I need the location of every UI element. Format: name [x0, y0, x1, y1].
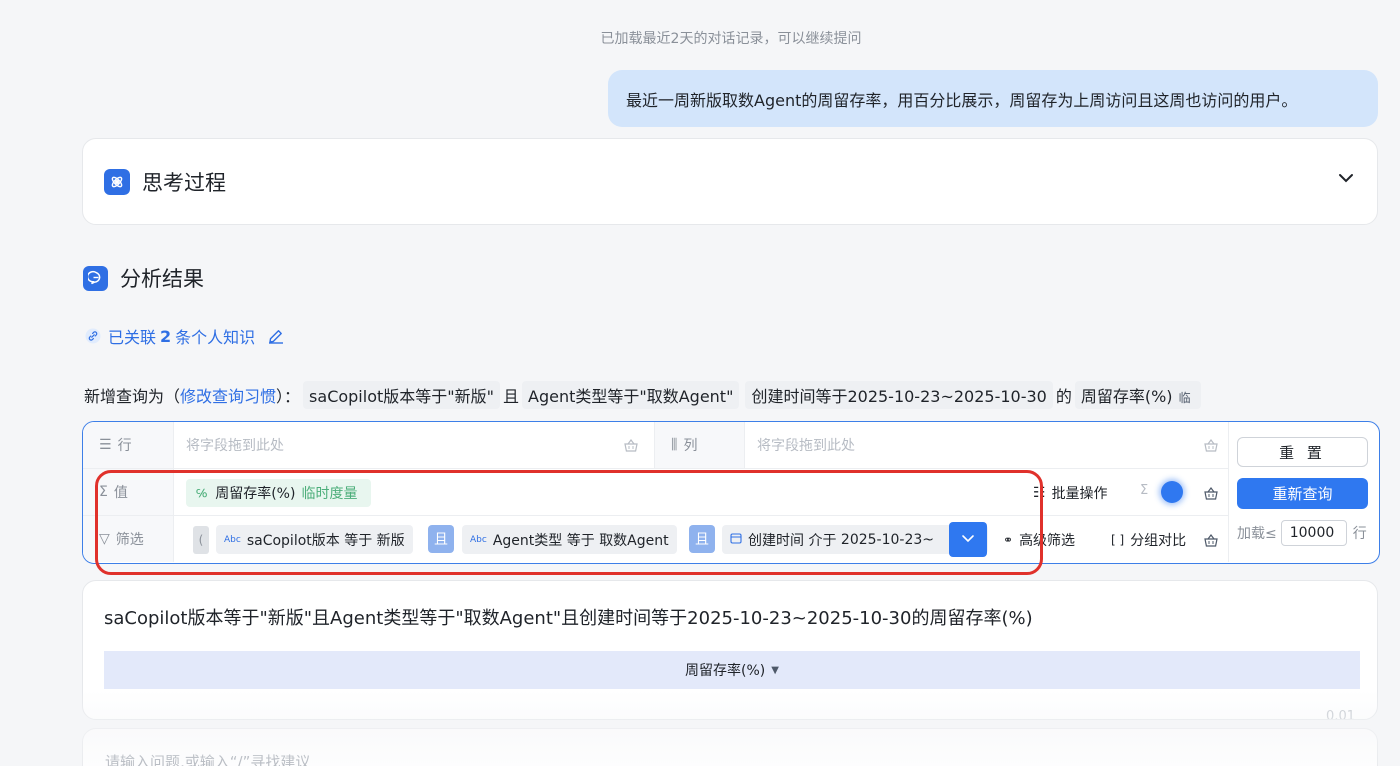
load-limit-input[interactable]: 10000 [1280, 520, 1347, 546]
query-chip-created-time: 创建时间等于2025-10-23~2025-10-30 [745, 381, 1053, 409]
sigma-add-icon[interactable]: Σ [1140, 483, 1148, 498]
basket-icon[interactable] [622, 436, 640, 454]
temp-tag: 临 [1174, 390, 1195, 406]
new-query-summary: 新增查询为（ 修改查询习惯 ）： saCopilot版本等于"新版" 且 Age… [84, 381, 1204, 409]
basket-icon[interactable] [1202, 436, 1220, 454]
link-icon [84, 327, 102, 345]
columns-drop-zone[interactable]: 将字段拖到此处 [745, 422, 1228, 468]
thinking-title: 思考过程 [142, 170, 226, 195]
thinking-panel[interactable]: 思考过程 [82, 138, 1378, 225]
history-note: 已加载最近2天的对话记录，可以继续提问 [600, 31, 862, 47]
basket-icon[interactable] [1202, 531, 1220, 549]
columns-label: ⫼ 列 [654, 422, 745, 468]
load-suffix: 行 [1352, 526, 1367, 542]
linked-knowledge[interactable]: 已关联 2 条个人知识 [84, 324, 285, 348]
knowledge-suffix: 条个人知识 [175, 328, 256, 347]
rows-icon: ☰ [99, 437, 112, 453]
load-limit: 加载≤ 10000 行 [1237, 520, 1367, 546]
thinking-icon [104, 168, 130, 195]
bracket-icon: [ ] [1111, 533, 1125, 547]
columns-label-text: 列 [683, 438, 698, 454]
batch-ops-button[interactable]: ☷ 批量操作 [1033, 483, 1108, 503]
cursor-dot [1161, 481, 1183, 503]
columns-icon: ⫼ [671, 437, 678, 453]
highlight-annotation [95, 470, 1043, 575]
rows-columns-row: ☰ 行 将字段拖到此处 ⫼ 列 将字段拖到此处 [83, 422, 1228, 468]
chat-bubble-icon [83, 265, 108, 291]
analysis-header: 分析结果 [83, 263, 204, 293]
rows-label: ☰ 行 [83, 422, 174, 468]
query-suffix: ）： [276, 387, 301, 406]
query-chip-measure: 周留存率(%) 临 [1074, 381, 1201, 409]
chevron-down-icon[interactable] [1337, 169, 1355, 191]
table-cell-value: 0.01 [1326, 709, 1355, 720]
user-message-bubble: 最近一周新版取数Agent的周留存率，用百分比展示，周留存为上周访问且这周也访问… [608, 70, 1378, 127]
modify-habit-link[interactable]: 修改查询习惯 [180, 383, 276, 407]
column-header-label: 周留存率(%) [685, 663, 766, 679]
group-compare-button[interactable]: [ ] 分组对比 [1111, 530, 1186, 550]
rows-placeholder: 将字段拖到此处 [186, 438, 284, 454]
result-title: saCopilot版本等于"新版"且Agent类型等于"取数Agent"且创建时… [104, 608, 1033, 629]
edit-icon[interactable] [267, 327, 285, 345]
requery-button[interactable]: 重新查询 [1237, 478, 1368, 509]
knowledge-prefix: 已关联 [108, 328, 157, 347]
result-card: saCopilot版本等于"新版"且Agent类型等于"取数Agent"且创建时… [82, 580, 1378, 720]
basket-icon[interactable] [1202, 484, 1220, 502]
rows-label-text: 行 [117, 438, 132, 454]
query-measure-label: 周留存率(%) [1080, 387, 1173, 406]
query-prefix: 新增查询为（ [84, 387, 181, 406]
reset-button[interactable]: 重 置 [1237, 437, 1368, 467]
query-of: 的 [1055, 387, 1072, 406]
builder-actions: 重 置 重新查询 加载≤ 10000 行 [1228, 422, 1379, 562]
analysis-title: 分析结果 [120, 267, 204, 291]
caret-down-icon[interactable]: ▼ [771, 665, 779, 676]
query-chip-version: saCopilot版本等于"新版" [303, 381, 500, 409]
query-chip-agent-type: Agent类型等于"取数Agent" [522, 381, 740, 409]
load-prefix: 加载≤ [1237, 526, 1277, 542]
group-compare-label: 分组对比 [1130, 533, 1187, 549]
knowledge-count: 2 [160, 326, 172, 346]
rows-drop-zone[interactable]: 将字段拖到此处 [174, 422, 654, 468]
table-header[interactable]: 周留存率(%) ▼ [104, 651, 1360, 689]
query-and: 且 [502, 387, 519, 406]
columns-placeholder: 将字段拖到此处 [757, 438, 855, 454]
chat-input-placeholder: 请输入问题,或输入“/”寻找建议 [105, 753, 311, 766]
batch-ops-label: 批量操作 [1051, 486, 1108, 502]
chat-input[interactable]: 请输入问题,或输入“/”寻找建议 [82, 728, 1378, 766]
